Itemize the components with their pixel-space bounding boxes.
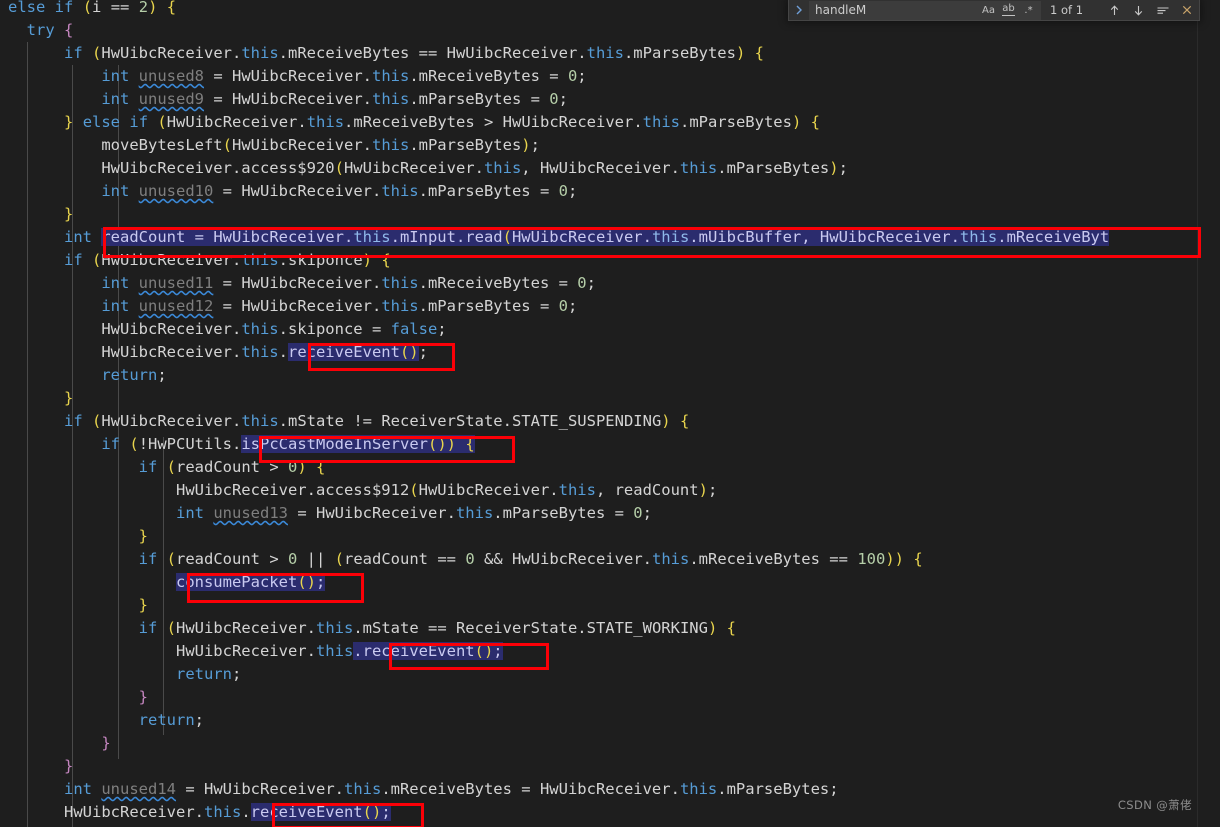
code-line: return; xyxy=(138,711,204,729)
code-line: int unused12 = HwUibcReceiver.this.mPars… xyxy=(101,297,578,315)
find-in-selection-button[interactable] xyxy=(1154,2,1171,19)
code-line: if (!HwPCUtils.isPcCastModeInServer()) { xyxy=(101,435,475,453)
code-line: } xyxy=(138,527,148,545)
code-line: HwUibcReceiver.this.receiveEvent(); xyxy=(175,642,503,660)
code-line: int readCount = HwUibcReceiver.this.mInp… xyxy=(64,228,1110,246)
code-line: HwUibcReceiver.access$912(HwUibcReceiver… xyxy=(175,481,718,499)
whole-word-underline xyxy=(1002,15,1015,16)
next-match-button[interactable] xyxy=(1130,2,1147,19)
regex-toggle[interactable]: .* xyxy=(1019,2,1038,19)
code-line: HwUibcReceiver.this.receiveEvent(); xyxy=(101,343,428,361)
code-line: } xyxy=(138,596,148,614)
code-line: if (HwUibcReceiver.this.skiponce) { xyxy=(64,251,391,269)
code-line: return; xyxy=(101,366,167,384)
code-line: } xyxy=(64,757,74,775)
code-line: return; xyxy=(175,665,242,683)
chevron-right-icon[interactable] xyxy=(791,1,807,20)
match-case-toggle[interactable]: Aa xyxy=(979,2,998,19)
code-line: try { xyxy=(26,21,74,39)
find-input-container[interactable]: handleM Aa ab .* xyxy=(809,0,1041,20)
code-line: int unused9 = HwUibcReceiver.this.mParse… xyxy=(101,90,568,108)
search-input[interactable]: handleM xyxy=(810,2,979,19)
code-line: else if (i == 2) { xyxy=(8,0,177,16)
code-line: } else if (HwUibcReceiver.this.mReceiveB… xyxy=(64,113,820,131)
code-line: if (HwUibcReceiver.this.mReceiveBytes ==… xyxy=(64,44,764,62)
code-line: HwUibcReceiver.this.receiveEvent(); xyxy=(64,803,391,821)
code-line: moveBytesLeft(HwUibcReceiver.this.mParse… xyxy=(101,136,540,154)
code-line: int unused8 = HwUibcReceiver.this.mRecei… xyxy=(101,67,587,85)
code-editor[interactable]: else if (i == 2) { try { if (HwUibcRecei… xyxy=(0,0,1220,827)
previous-match-button[interactable] xyxy=(1106,2,1123,19)
code-line: } xyxy=(138,688,148,706)
find-actions xyxy=(1106,2,1195,19)
whole-word-toggle[interactable]: ab xyxy=(999,2,1018,19)
code-line: consumePacket(); xyxy=(175,573,326,591)
find-options: Aa ab .* xyxy=(979,2,1040,19)
code-line: HwUibcReceiver.this.skiponce = false; xyxy=(101,320,447,338)
code-line: if (readCount > 0 || (readCount == 0 && … xyxy=(138,550,923,568)
code-line: int unused13 = HwUibcReceiver.this.mPars… xyxy=(175,504,652,522)
close-find-button[interactable] xyxy=(1178,2,1195,19)
code-line: HwUibcReceiver.access$920(HwUibcReceiver… xyxy=(101,159,848,177)
code-line: int unused14 = HwUibcReceiver.this.mRece… xyxy=(64,780,839,798)
code-line: if (HwUibcReceiver.this.mState != Receiv… xyxy=(64,412,690,430)
code-line: if (readCount > 0) { xyxy=(138,458,326,476)
code-line: } xyxy=(101,734,111,752)
code-line: } xyxy=(64,389,74,407)
code-line: if (HwUibcReceiver.this.mState == Receiv… xyxy=(138,619,736,637)
whole-word-glyph: ab xyxy=(1002,3,1015,14)
find-widget[interactable]: handleM Aa ab .* 1 of 1 xyxy=(788,0,1200,21)
code-content[interactable]: else if (i == 2) { try { if (HwUibcRecei… xyxy=(0,0,1220,827)
match-count-label: 1 of 1 xyxy=(1050,3,1084,17)
code-line: int unused10 = HwUibcReceiver.this.mPars… xyxy=(101,182,578,200)
csdn-watermark: CSDN @萧佬 xyxy=(1117,798,1192,812)
code-line: } xyxy=(64,205,74,223)
code-line: int unused11 = HwUibcReceiver.this.mRece… xyxy=(101,274,596,292)
